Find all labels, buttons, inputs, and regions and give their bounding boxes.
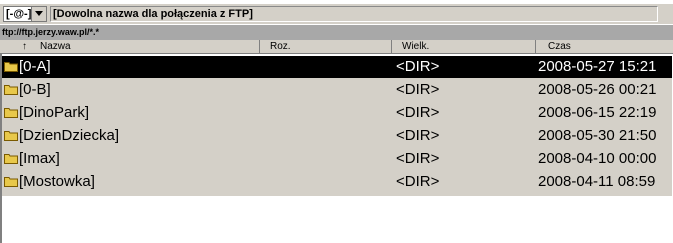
chevron-down-icon[interactable] [31,7,46,21]
file-date: 2008-05-26 00:21 [538,81,657,98]
column-ext[interactable]: Roz. [260,40,392,53]
file-size: <DIR> [396,150,440,167]
file-size: <DIR> [396,173,440,190]
file-date: 2008-04-11 08:59 [538,173,656,190]
sort-arrow-icon: ↑ [22,41,27,52]
file-row[interactable]: [0-A] <DIR> 2008-05-27 15:21 [2,56,672,78]
file-row[interactable]: [Imax] <DIR> 2008-04-10 00:00 [2,148,672,170]
file-date: 2008-06-15 22:19 [538,104,657,121]
drive-selector[interactable]: [-@-] [3,6,47,22]
column-size[interactable]: Wielk. [392,40,536,53]
file-date: 2008-04-10 00:00 [538,150,657,167]
file-name: [Imax] [19,150,60,167]
file-size: <DIR> [396,58,440,75]
drive-toolbar: [-@-] [Dowolna nazwa dla połączenia z FT… [0,4,673,24]
file-row[interactable]: [Mostowka] <DIR> 2008-04-11 08:59 [2,171,672,193]
column-header: ↑ Nazwa Roz. Wielk. Czas [0,40,673,54]
file-size: <DIR> [396,127,440,144]
file-name: [0-A] [19,58,51,75]
column-name[interactable]: ↑ Nazwa [2,40,260,53]
file-size: <DIR> [396,104,440,121]
file-date: 2008-05-27 15:21 [538,58,657,75]
file-name: [0-B] [19,81,51,98]
folder-icon [4,154,18,164]
file-date: 2008-05-30 21:50 [538,127,657,144]
folder-icon [4,177,18,187]
column-name-label: Nazwa [40,41,71,52]
folder-icon [4,108,18,118]
folder-icon [4,131,18,141]
folder-icon [4,85,18,95]
connection-name: [Dowolna nazwa dla połączenia z FTP] [50,6,658,22]
file-size: <DIR> [396,81,440,98]
file-row[interactable]: [0-B] <DIR> 2008-05-26 00:21 [2,79,672,101]
file-list[interactable]: [0-A] <DIR> 2008-05-27 15:21 [0-B] <DIR>… [2,56,672,196]
folder-icon [4,62,18,72]
file-row[interactable]: [DinoPark] <DIR> 2008-06-15 22:19 [2,102,672,124]
file-row[interactable]: [DzienDziecka] <DIR> 2008-05-30 21:50 [2,125,672,147]
drive-label: [-@-] [6,8,32,20]
file-name: [DinoPark] [19,104,90,121]
current-path[interactable]: ftp://ftp.jerzy.waw.pl/*.* [0,25,673,40]
file-name: [DzienDziecka] [19,127,120,144]
file-name: [Mostowka] [19,173,95,190]
column-date[interactable]: Czas [536,40,673,53]
